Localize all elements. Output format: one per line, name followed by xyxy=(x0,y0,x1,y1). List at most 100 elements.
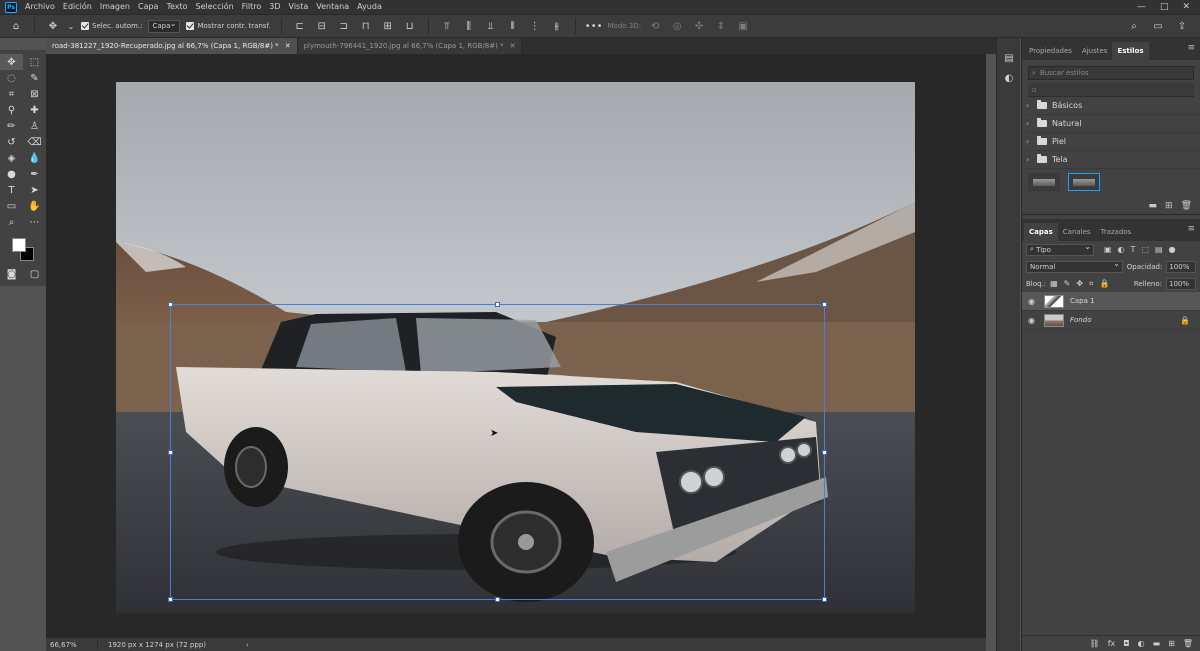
search-icon[interactable]: ⌕ xyxy=(1126,18,1142,34)
style-group-tela[interactable]: › Tela xyxy=(1026,151,1200,169)
distribute-middle-icon[interactable]: ⫼ xyxy=(461,18,477,34)
share-icon[interactable]: ⇪ xyxy=(1174,18,1190,34)
crop-tool-icon[interactable]: ⌗ xyxy=(0,86,23,102)
link-layers-icon[interactable]: ⛓ xyxy=(1090,639,1100,648)
auto-select-dropdown[interactable]: Capa xyxy=(148,19,181,33)
close-icon[interactable]: ✕ xyxy=(285,42,291,50)
brush-tool-icon[interactable]: ✏ xyxy=(0,118,23,134)
rectangle-tool-icon[interactable]: ▭ xyxy=(0,198,23,214)
distribute-bottom-icon[interactable]: ⫫ xyxy=(483,18,499,34)
new-group-icon[interactable]: ▬ xyxy=(1149,201,1158,211)
close-button[interactable]: ✕ xyxy=(1182,2,1190,12)
show-transform-checkbox[interactable]: Mostrar contr. transf. xyxy=(186,22,271,30)
blend-mode-dropdown[interactable]: Normal xyxy=(1026,259,1123,273)
filter-type-icon[interactable]: T xyxy=(1131,245,1136,254)
fill-input[interactable]: 100% xyxy=(1166,277,1196,290)
add-mask-icon[interactable]: ◘ xyxy=(1123,639,1129,648)
style-thumbnail[interactable] xyxy=(1028,173,1060,191)
path-select-tool-icon[interactable]: ➤ xyxy=(23,182,46,198)
lock-pixels-icon[interactable]: ✎ xyxy=(1064,279,1071,289)
align-bottom-icon[interactable]: ⊔ xyxy=(402,18,418,34)
home-icon[interactable]: ⌂ xyxy=(8,18,24,34)
foreground-color-swatch[interactable] xyxy=(12,238,26,252)
screen-mode-icon[interactable]: ▢ xyxy=(30,266,39,282)
filter-toggle-icon[interactable]: ● xyxy=(1169,245,1176,254)
close-icon[interactable]: ✕ xyxy=(510,42,516,50)
zoom-level[interactable]: 66,67% xyxy=(46,640,98,649)
auto-select-checkbox[interactable]: Selec. autom.: xyxy=(81,22,142,30)
distribute-left-icon[interactable]: ⫴ xyxy=(505,18,521,34)
canvas-area[interactable]: ➤ xyxy=(46,54,986,638)
tab-plymouth-document[interactable]: plymouth-796441_1920.jpg al 66,7% (Capa … xyxy=(297,38,523,54)
panel-menu-icon[interactable]: ≡ xyxy=(1187,43,1195,53)
slide-3d-icon[interactable]: ⇕ xyxy=(713,18,729,34)
type-tool-icon[interactable]: T xyxy=(0,182,23,198)
align-center-h-icon[interactable]: ⊟ xyxy=(314,18,330,34)
filter-adjustment-icon[interactable]: ◐ xyxy=(1118,245,1125,254)
roll-3d-icon[interactable]: ◎ xyxy=(669,18,685,34)
frame-tool-icon[interactable]: ⊠ xyxy=(23,86,46,102)
tab-ajustes[interactable]: Ajustes xyxy=(1077,42,1113,60)
transform-bounding-box[interactable] xyxy=(168,302,827,602)
tab-estilos[interactable]: Estilos xyxy=(1112,42,1149,60)
lock-artboard-icon[interactable]: ⌗ xyxy=(1089,279,1094,289)
transform-handle-top[interactable] xyxy=(495,302,500,307)
lock-all-icon[interactable]: 🔒 xyxy=(1100,279,1110,289)
layer-filter-dropdown[interactable]: ⌕ Tipo xyxy=(1026,242,1094,256)
stamp-tool-icon[interactable]: ♙ xyxy=(23,118,46,134)
tab-road-document[interactable]: road-381227_1920-Recuperado.jpg al 66,7%… xyxy=(46,38,298,54)
transform-handle-top-left[interactable] xyxy=(168,302,173,307)
visibility-eye-icon[interactable]: ◉ xyxy=(1028,316,1038,325)
quick-select-tool-icon[interactable]: ✎ xyxy=(23,70,46,86)
menu-capa[interactable]: Capa xyxy=(134,0,162,14)
scale-3d-icon[interactable]: ▣ xyxy=(735,18,751,34)
panel-menu-icon[interactable]: ≡ xyxy=(1187,224,1195,234)
dodge-tool-icon[interactable]: ● xyxy=(0,166,23,182)
align-right-icon[interactable]: ⊐ xyxy=(336,18,352,34)
orbit-3d-icon[interactable]: ⟲ xyxy=(647,18,663,34)
new-group-icon[interactable]: ▬ xyxy=(1153,639,1161,648)
menu-3d[interactable]: 3D xyxy=(265,0,284,14)
tool-preset-chevron-icon[interactable]: ⌄ xyxy=(67,18,75,34)
distribute-top-icon[interactable]: ⫪ xyxy=(439,18,455,34)
menu-archivo[interactable]: Archivo xyxy=(21,0,59,14)
filter-pixel-icon[interactable]: ▣ xyxy=(1104,245,1112,254)
align-left-icon[interactable]: ⊏ xyxy=(292,18,308,34)
move-tool-icon[interactable]: ✥ xyxy=(0,54,23,70)
distribute-right-icon[interactable]: ⫵ xyxy=(549,18,565,34)
menu-vista[interactable]: Vista xyxy=(285,0,313,14)
transform-handle-right[interactable] xyxy=(822,450,827,455)
transform-handle-bottom[interactable] xyxy=(495,597,500,602)
workspace-icon[interactable]: ▭ xyxy=(1150,18,1166,34)
menu-edicion[interactable]: Edición xyxy=(59,0,96,14)
tab-trazados[interactable]: Trazados xyxy=(1096,223,1137,241)
fx-icon[interactable]: fx xyxy=(1108,639,1116,648)
tab-capas[interactable]: Capas xyxy=(1024,223,1058,241)
healing-brush-tool-icon[interactable]: ✚ xyxy=(23,102,46,118)
maximize-button[interactable]: □ xyxy=(1160,2,1169,12)
styles-search-input[interactable]: ⌕ Buscar estilos xyxy=(1028,66,1194,80)
new-layer-icon[interactable]: ⊞ xyxy=(1168,639,1175,648)
quick-mask-icon[interactable]: ◙ xyxy=(7,266,17,282)
trash-icon[interactable]: 🗑 xyxy=(1181,201,1192,211)
menu-filtro[interactable]: Filtro xyxy=(238,0,266,14)
opacity-input[interactable]: 100% xyxy=(1166,260,1196,273)
transform-handle-bottom-left[interactable] xyxy=(168,597,173,602)
blur-tool-icon[interactable]: 💧 xyxy=(23,150,46,166)
styles-filter-field[interactable]: ▫ xyxy=(1028,83,1194,97)
transform-handle-left[interactable] xyxy=(168,450,173,455)
layer-row-fondo[interactable]: ◉ Fondo 🔒 xyxy=(1022,311,1200,330)
color-panel-icon[interactable]: ◐ xyxy=(997,68,1021,88)
pan-3d-icon[interactable]: ✣ xyxy=(691,18,707,34)
zoom-tool-icon[interactable]: ⌕ xyxy=(0,214,23,230)
hand-tool-icon[interactable]: ✋ xyxy=(23,198,46,214)
lasso-tool-icon[interactable]: ◌ xyxy=(0,70,23,86)
menu-seleccion[interactable]: Selección xyxy=(192,0,238,14)
distribute-center-icon[interactable]: ⋮ xyxy=(527,18,543,34)
adjustment-layer-icon[interactable]: ◐ xyxy=(1138,639,1145,648)
transform-handle-top-right[interactable] xyxy=(822,302,827,307)
style-group-natural[interactable]: › Natural xyxy=(1026,115,1200,133)
eyedropper-tool-icon[interactable]: ⚲ xyxy=(0,102,23,118)
edit-toolbar-icon[interactable]: ⋯ xyxy=(23,214,46,230)
eraser-tool-icon[interactable]: ⌫ xyxy=(23,134,46,150)
